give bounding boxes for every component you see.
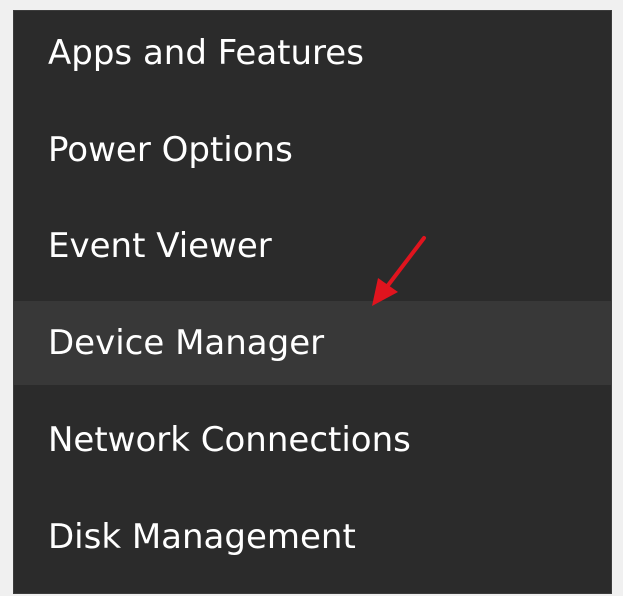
menu-item-apps-and-features[interactable]: Apps and Features — [14, 11, 611, 95]
menu-item-label: Device Manager — [48, 323, 325, 363]
menu-item-disk-management[interactable]: Disk Management — [14, 495, 611, 579]
menu-item-label: Network Connections — [48, 420, 411, 460]
menu-item-label: Power Options — [48, 130, 293, 170]
menu-item-device-manager[interactable]: Device Manager — [14, 301, 611, 385]
menu-item-label: Disk Management — [48, 517, 356, 557]
menu-item-event-viewer[interactable]: Event Viewer — [14, 204, 611, 288]
menu-item-power-options[interactable]: Power Options — [14, 108, 611, 192]
menu-item-label: Event Viewer — [48, 226, 272, 266]
menu-item-network-connections[interactable]: Network Connections — [14, 398, 611, 482]
menu-item-label: Apps and Features — [48, 33, 364, 73]
context-menu: Apps and Features Power Options Event Vi… — [13, 10, 612, 594]
